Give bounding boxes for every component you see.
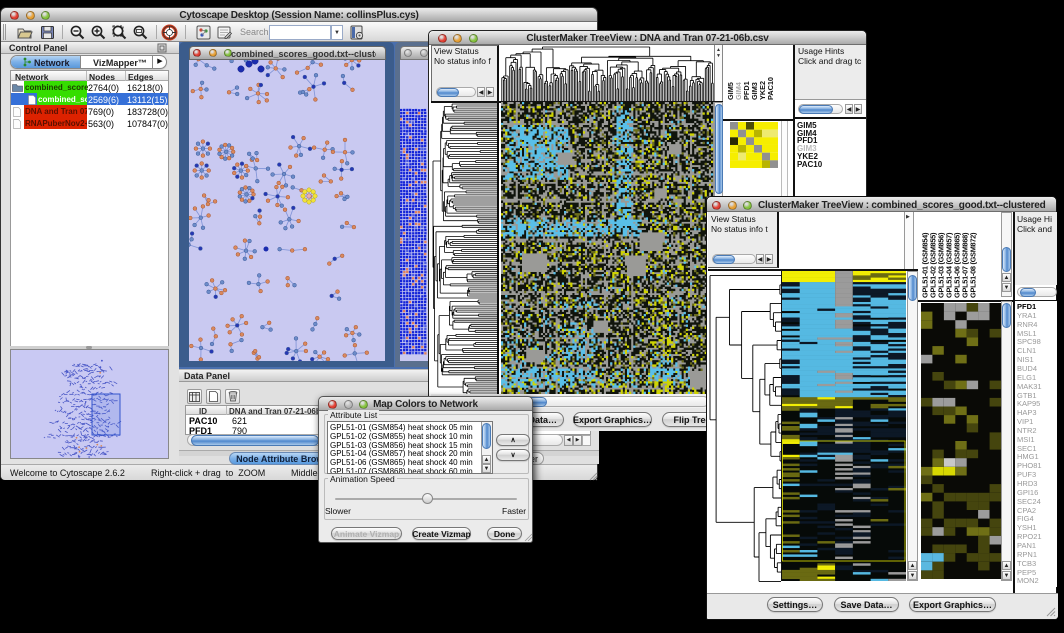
svg-text:GPL51-08 (GSM872): GPL51-08 (GSM872) xyxy=(969,232,978,298)
svg-text:PAC10: PAC10 xyxy=(766,77,775,100)
